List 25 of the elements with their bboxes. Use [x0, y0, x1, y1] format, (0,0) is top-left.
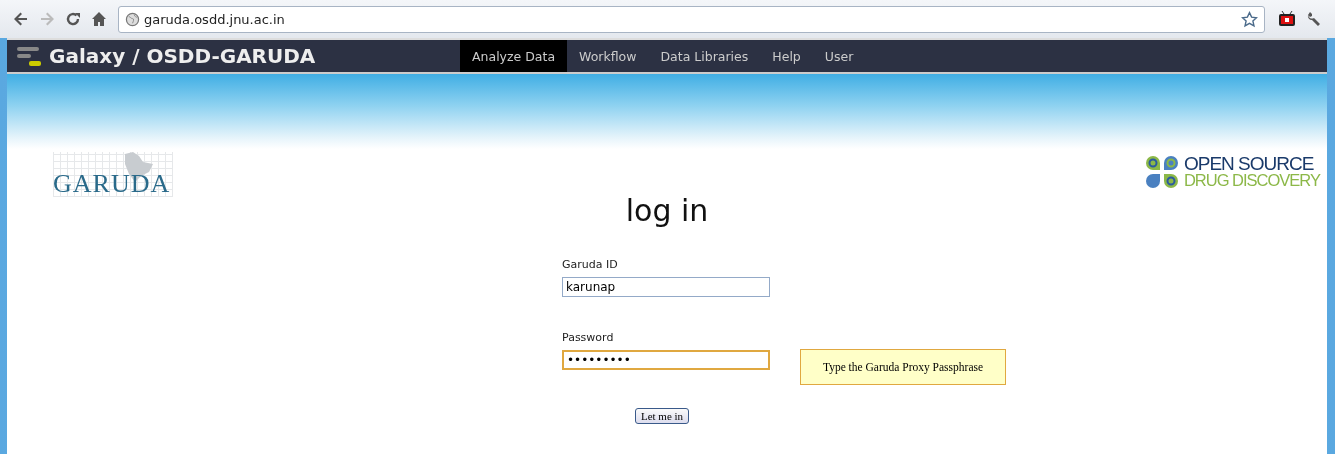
input-field[interactable]: karunap	[562, 277, 770, 297]
url-text: garuda.osdd.jnu.ac.in	[144, 11, 286, 27]
galaxy-logo-icon	[17, 45, 43, 67]
leaf-icon	[1143, 154, 1180, 190]
garuda-logo: GARUDA	[53, 152, 173, 197]
nav-tab[interactable]: Analyze Data	[460, 40, 568, 72]
page-heading: log in	[625, 193, 709, 228]
wrench-icon[interactable]	[1306, 11, 1322, 27]
hint-tooltip: Type the Garuda Proxy Passphrase	[800, 349, 1006, 385]
address-bar[interactable]: garuda.osdd.jnu.ac.in	[118, 5, 1265, 33]
field-label: Garuda ID	[562, 258, 619, 271]
field-label: Password	[562, 331, 615, 344]
nav-tab[interactable]: User	[812, 40, 866, 72]
site-title[interactable]: Galaxy / OSDD-GARUDA	[49, 44, 316, 68]
tv-icon[interactable]	[1278, 11, 1296, 27]
login-button[interactable]: Let me in	[634, 408, 690, 424]
reload-icon[interactable]	[65, 11, 81, 27]
star-icon[interactable]	[1241, 10, 1258, 28]
input-field[interactable]: •••••••••	[562, 350, 770, 370]
back-icon[interactable]	[13, 11, 29, 27]
nav-tab[interactable]: Help	[760, 40, 813, 72]
osdd-logo: OPEN SOURCE DRUG DISCOVERY	[1143, 154, 1320, 190]
nav-tab[interactable]: Data Libraries	[648, 40, 761, 72]
nav-tab[interactable]: Workflow	[567, 40, 649, 72]
home-icon[interactable]	[91, 11, 107, 27]
